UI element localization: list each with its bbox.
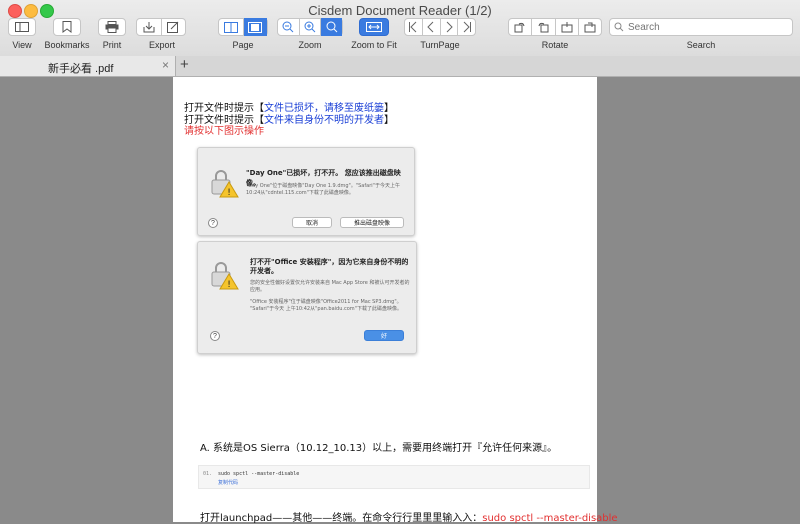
line2-highlight: 文件来自身份不明的开发者: [264, 115, 384, 126]
doc-line-3: 请按以下图示操作: [184, 126, 264, 137]
search-label: Search: [686, 40, 716, 50]
zoom-to-fit-button[interactable]: [359, 18, 389, 36]
rotate-page-right-icon: [584, 22, 596, 33]
dialog1-body: "Day One"位于磁盘映像"Day One 1.9.dmg"。"Safari…: [246, 183, 400, 196]
fit-width-icon: [366, 22, 382, 32]
page-single-icon: [248, 21, 263, 33]
edit-button[interactable]: [162, 18, 185, 36]
last-page-button[interactable]: [458, 18, 475, 36]
dialog2-body-2: "Office 安装程序"位于磁盘映像"Office2011 for Mac S…: [250, 299, 402, 312]
search-icon: [614, 22, 624, 32]
view-label: View: [12, 40, 32, 50]
next-page-button[interactable]: [441, 18, 459, 36]
window-title: Cisdem Document Reader (1/2): [308, 3, 492, 18]
copy-code-link[interactable]: 复制代码: [218, 479, 238, 486]
chevron-left-icon: [427, 21, 434, 33]
bottom-command: sudo spctl --master-disable: [482, 513, 618, 524]
continuous-page-button[interactable]: [243, 18, 267, 36]
bookmarks-button[interactable]: [53, 18, 81, 36]
add-tab-icon[interactable]: +: [180, 56, 189, 73]
chevron-right-icon: [446, 21, 453, 33]
bookmarks-label: Bookmarks: [44, 40, 90, 50]
first-page-button[interactable]: [405, 18, 423, 36]
rotate-group: [508, 18, 602, 36]
print-label: Print: [102, 40, 122, 50]
code-block: 01. sudo spctl --master-disable 复制代码: [198, 465, 590, 489]
help-icon[interactable]: ?: [210, 331, 220, 341]
print-button[interactable]: [98, 18, 126, 36]
turnpage-label: TurnPage: [420, 40, 460, 50]
rotate-page-left-icon: [561, 22, 573, 33]
rotate-left-button[interactable]: [509, 18, 533, 36]
section-a-text: A. 系统是OS Sierra（10.12_10.13）以上，需要用终端打开『允…: [200, 443, 558, 454]
printer-icon: [105, 21, 119, 33]
export-icon: [143, 22, 155, 33]
warning-lock-icon: !: [211, 170, 239, 198]
svg-text:!: !: [227, 188, 231, 198]
svg-text:!: !: [227, 280, 231, 290]
document-page: 打开文件时提示【文件已损坏，请移至废纸篓】 打开文件时提示【文件来自身份不明的开…: [173, 77, 618, 524]
cancel-button[interactable]: 取消: [292, 217, 332, 228]
bookmark-icon: [62, 21, 72, 33]
page-group: [218, 18, 268, 36]
rotate-right-icon: [538, 22, 549, 33]
export-button[interactable]: [137, 18, 162, 36]
unidentified-developer-dialog: ! 打不开"Office 安装程序"，因为它来自身份不明的开发者。 您的安全性偏…: [197, 241, 417, 354]
zoom-to-fit-label: Zoom to Fit: [351, 40, 397, 50]
tab-document[interactable]: 新手必看 .pdf ×: [0, 56, 176, 76]
single-page-button[interactable]: [219, 18, 244, 36]
title-bar: Cisdem Document Reader (1/2) View Bookma…: [0, 0, 800, 57]
ok-button[interactable]: 好: [364, 330, 404, 341]
zoom-out-button[interactable]: [278, 18, 300, 36]
rotate-left-icon: [514, 22, 525, 33]
search-input[interactable]: [624, 21, 788, 33]
rotate-page-left-button[interactable]: [556, 18, 579, 36]
help-icon[interactable]: ?: [208, 218, 218, 228]
tab-label: 新手必看 .pdf: [48, 63, 114, 75]
zoom-in-button[interactable]: [300, 18, 322, 36]
sidebar-icon: [15, 22, 29, 32]
dialog2-title: 打不开"Office 安装程序"，因为它来自身份不明的开发者。: [250, 258, 409, 275]
page-split-icon: [223, 21, 238, 33]
rotate-right-button[interactable]: [532, 18, 556, 36]
zoom-out-icon: [282, 21, 294, 33]
rotate-page-right-button[interactable]: [579, 18, 601, 36]
tab-bar: 新手必看 .pdf × +: [0, 56, 800, 77]
actual-size-button[interactable]: [321, 18, 343, 36]
search-box[interactable]: [609, 18, 793, 36]
eject-disk-button[interactable]: 推出磁盘映像: [340, 217, 404, 228]
turnpage-group: [404, 18, 476, 36]
line2-suffix: 】: [384, 115, 394, 126]
rotate-label: Rotate: [541, 40, 569, 50]
damaged-file-dialog: ! "Day One"已损坏，打不开。 您应该推出磁盘映像。 "Day One"…: [197, 147, 415, 236]
page-label: Page: [232, 40, 254, 50]
zoom-label: Zoom: [298, 40, 322, 50]
export-group: [136, 18, 186, 36]
code-text: sudo spctl --master-disable: [218, 471, 300, 477]
last-page-icon: [463, 21, 471, 33]
first-page-icon: [409, 21, 417, 33]
pencil-icon: [167, 21, 179, 33]
close-tab-icon[interactable]: ×: [162, 58, 169, 72]
warning-lock-icon: !: [211, 262, 239, 290]
magnifier-icon: [326, 21, 338, 33]
view-button[interactable]: [8, 18, 36, 36]
export-label: Export: [148, 40, 175, 50]
code-line-number: 01.: [203, 471, 213, 477]
zoom-group: [277, 18, 343, 36]
zoom-in-icon: [304, 21, 316, 33]
dialog2-body-1: 您的安全性偏好设置仅允许安装来自 Mac App Store 和被认可开发者的应…: [250, 280, 410, 293]
previous-page-button[interactable]: [423, 18, 441, 36]
bottom-prefix: 打开launchpad——其他——终端。在命令行行里里里输入入：: [200, 513, 483, 524]
